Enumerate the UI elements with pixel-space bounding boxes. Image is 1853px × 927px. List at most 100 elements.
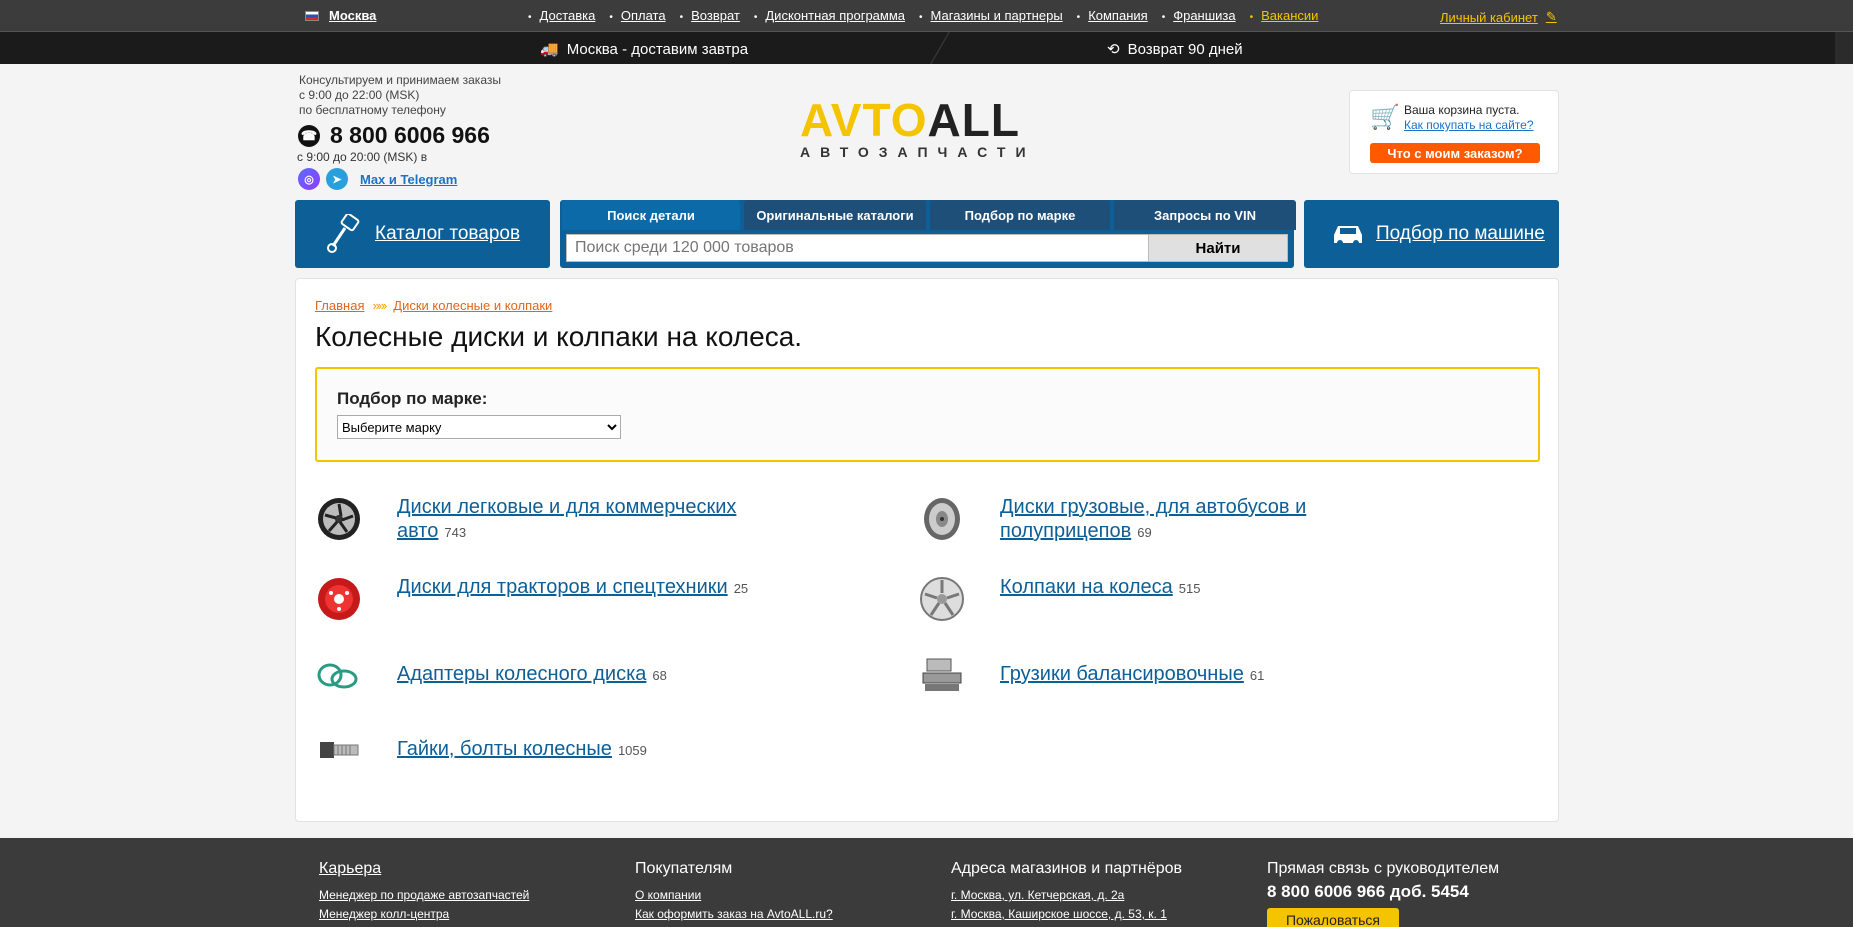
footer-direct-phone[interactable]: 8 800 6006 966 доб. 5454 (1267, 882, 1499, 902)
nav-link-company[interactable]: Компания (1077, 8, 1148, 23)
strip-edge (1835, 32, 1853, 64)
footer-link[interactable]: Как оформить заказ на AvtoALL.ru? (635, 905, 833, 924)
nav-link-franchise[interactable]: Франшиза (1162, 8, 1235, 23)
cart-icon[interactable]: 🛒 (1370, 103, 1400, 132)
footer-buyers: Покупателям О компании Как оформить зака… (635, 860, 833, 924)
category-item[interactable]: Диски грузовые, для автобусов и полуприц… (918, 495, 1380, 545)
nav-link-vacancies[interactable]: Вакансии (1250, 8, 1318, 23)
contact-line-1: Консультируем и принимаем заказы (299, 73, 501, 87)
info-strip: 🚚 Москва - доставим завтра ⟲ Возврат 90 … (0, 32, 1853, 64)
tab-brand-search[interactable]: Подбор по марке (930, 200, 1110, 230)
footer-buyers-title: Покупателям (635, 860, 733, 877)
category-count: 61 (1249, 668, 1265, 683)
category-item[interactable]: Гайки, болты колесные 1059 (315, 725, 647, 773)
search-input[interactable] (566, 234, 1150, 262)
brand-filter-label: Подбор по марке: (337, 389, 488, 408)
city-selector[interactable]: Москва (305, 8, 376, 23)
nav-link-stores[interactable]: Магазины и партнеры (919, 8, 1063, 23)
category-item[interactable]: Грузики балансировочные 61 (918, 650, 1264, 698)
search-button[interactable]: Найти (1148, 234, 1288, 262)
messengers-link[interactable]: Max и Telegram (360, 172, 457, 187)
piston-icon (327, 214, 360, 253)
category-name[interactable]: Диски грузовые, для автобусов и полуприц… (1000, 496, 1306, 542)
pencil-icon: ✎ (1545, 9, 1557, 24)
nav-link-discount[interactable]: Дисконтная программа (754, 8, 905, 23)
search-panel: Поиск детали Оригинальные каталоги Подбо… (560, 200, 1296, 268)
messengers: ◎ ➤ Max и Telegram (298, 168, 457, 190)
breadcrumb-current[interactable]: Диски колесные и колпаки (393, 298, 552, 313)
footer-link[interactable]: Менеджер колл-центра (319, 905, 529, 924)
return-90-icon: ⟲ (1107, 41, 1120, 58)
category-count: 515 (1178, 581, 1201, 596)
category-name[interactable]: Адаптеры колесного диска (397, 663, 646, 685)
tab-original-catalogs[interactable]: Оригинальные каталоги (744, 200, 926, 230)
contact-line-2: с 9:00 до 22:00 (MSK) (299, 88, 420, 102)
site-logo[interactable]: AVTOALL АВТОЗАПЧАСТИ (800, 97, 1052, 160)
phone-text: 8 800 6006 966 (330, 122, 490, 148)
search-tabs: Поиск детали Оригинальные каталоги Подбо… (562, 200, 1296, 230)
footer-direct-title: Прямая связь с руководителем (1267, 860, 1500, 877)
delivery-text: Москва - доставим завтра (566, 40, 749, 58)
adapter-icon (315, 650, 363, 698)
nav-link-payment[interactable]: Оплата (609, 8, 666, 23)
contact-line-3: по бесплатному телефону (299, 103, 446, 117)
order-status-button[interactable]: Что с моим заказом? (1370, 143, 1540, 163)
nav-link-return[interactable]: Возврат (680, 8, 740, 23)
brand-filter-box: Подбор по марке: Выберите марку (315, 367, 1540, 462)
nav-link-delivery[interactable]: Доставка (528, 8, 596, 23)
russia-flag-icon (305, 10, 319, 21)
phone-number[interactable]: ☎ 8 800 6006 966 (298, 122, 490, 149)
hubcap-icon (918, 575, 966, 623)
category-name[interactable]: Диски для тракторов и спецтехники (397, 576, 728, 598)
category-name[interactable]: Колпаки на колеса (1000, 576, 1173, 598)
tab-part-search[interactable]: Поиск детали (562, 200, 740, 230)
alloy-wheel-icon (315, 495, 363, 543)
footer-link[interactable]: г. Москва, Каширское шоссе, д. 53, к. 1 (951, 905, 1182, 924)
pick-car-label: Подбор по машине (1376, 223, 1545, 244)
top-bar: Москва Доставка Оплата Возврат Дисконтна… (0, 0, 1853, 32)
logo-tagline: АВТОЗАПЧАСТИ (800, 144, 1036, 160)
delivery-info: 🚚 Москва - доставим завтра (540, 40, 749, 59)
return-info: ⟲ Возврат 90 дней (1107, 40, 1243, 59)
phone-icon: ☎ (298, 124, 320, 147)
pick-by-car-button[interactable]: Подбор по машине (1304, 200, 1559, 268)
category-item[interactable]: Адаптеры колесного диска 68 (315, 650, 667, 698)
account-link[interactable]: Личный кабинет ✎ (1440, 9, 1557, 25)
footer-addresses: Адреса магазинов и партнёров г. Москва, … (951, 860, 1182, 924)
main-content: Главная »»› Диски колесные и колпаки Кол… (295, 278, 1559, 822)
category-name[interactable]: Гайки, болты колесные (397, 738, 612, 760)
footer-link[interactable]: г. Москва, ул. Кетчерская, д. 2а (951, 886, 1182, 905)
return-text: Возврат 90 дней (1127, 40, 1243, 58)
car-icon (1334, 226, 1362, 246)
category-name[interactable]: Грузики балансировочные (1000, 663, 1244, 685)
breadcrumb-home[interactable]: Главная (315, 298, 364, 313)
category-count: 68 (652, 668, 667, 683)
category-count: 25 (733, 581, 749, 596)
category-count: 743 (444, 525, 467, 540)
telegram-icon[interactable]: ➤ (326, 168, 348, 190)
breadcrumb-arrows-icon: »»› (372, 298, 387, 313)
catalog-button[interactable]: Каталог товаров (295, 200, 550, 268)
weights-icon (918, 650, 966, 698)
city-name: Москва (329, 8, 377, 23)
footer-career: Карьера Менеджер по продаже автозапчасте… (319, 860, 529, 924)
page-title: Колесные диски и колпаки на колеса. (315, 321, 803, 352)
category-item[interactable]: Колпаки на колеса 515 (918, 575, 1200, 623)
max-messenger-icon[interactable]: ◎ (298, 168, 320, 190)
how-to-buy-link[interactable]: Как покупать на сайте? (1404, 118, 1534, 132)
footer: Карьера Менеджер по продаже автозапчасте… (0, 838, 1853, 927)
top-nav: Доставка Оплата Возврат Дисконтная прогр… (528, 8, 1332, 23)
category-item[interactable]: Диски легковые и для коммерческих авто 74… (315, 495, 777, 545)
footer-link[interactable]: О компании (635, 886, 833, 905)
footer-link[interactable]: Менеджер по продаже автозапчастей (319, 886, 529, 905)
truck-wheel-icon (918, 495, 966, 543)
tab-vin-requests[interactable]: Запросы по VIN (1114, 200, 1296, 230)
footer-career-title[interactable]: Карьера (319, 860, 529, 878)
complain-button[interactable]: Пожаловаться (1267, 908, 1399, 927)
brand-select[interactable]: Выберите марку (337, 415, 621, 439)
account-label: Личный кабинет (1440, 9, 1538, 25)
cart-empty-text: Ваша корзина пуста. (1404, 103, 1520, 117)
category-item[interactable]: Диски для тракторов и спецтехники 25 (315, 575, 748, 623)
messenger-hours: с 9:00 до 20:00 (MSK) в (297, 150, 428, 164)
truck-icon: 🚚 (540, 41, 559, 58)
